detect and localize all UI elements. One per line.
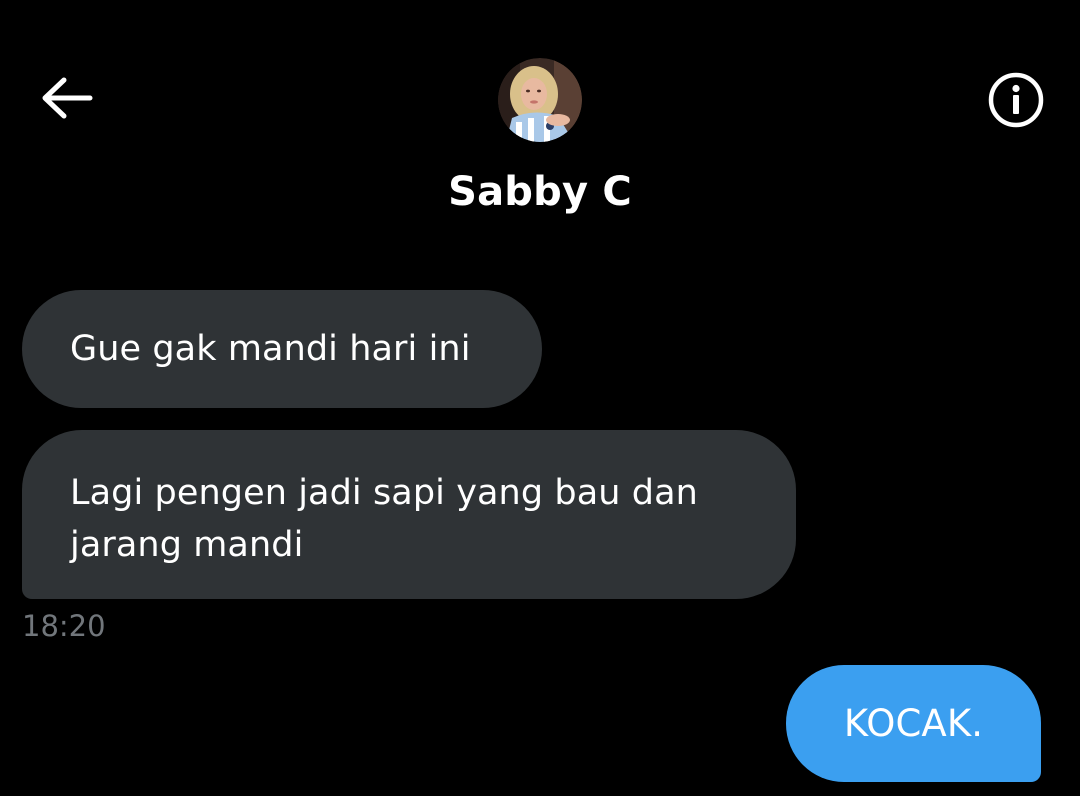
message-text: Gue gak mandi hari ini — [70, 329, 471, 369]
info-circle-icon — [988, 72, 1044, 128]
message-bubble-received[interactable]: Lagi pengen jadi sapi yang bau dan jaran… — [22, 430, 796, 599]
back-button[interactable] — [36, 72, 96, 124]
message-bubble-sent[interactable]: KOCAK. — [786, 665, 1041, 782]
message-timestamp: 18:20 — [22, 609, 106, 643]
arrow-left-icon — [42, 77, 93, 119]
contact-avatar[interactable] — [498, 58, 582, 142]
message-text: Lagi pengen jadi sapi yang bau dan jaran… — [70, 473, 698, 565]
avatar-image — [498, 58, 582, 142]
contact-name[interactable]: Sabby C — [0, 162, 1080, 222]
message-bubble-received[interactable]: Gue gak mandi hari ini — [22, 290, 542, 408]
message-text: KOCAK. — [843, 702, 984, 745]
info-button[interactable] — [984, 68, 1048, 132]
